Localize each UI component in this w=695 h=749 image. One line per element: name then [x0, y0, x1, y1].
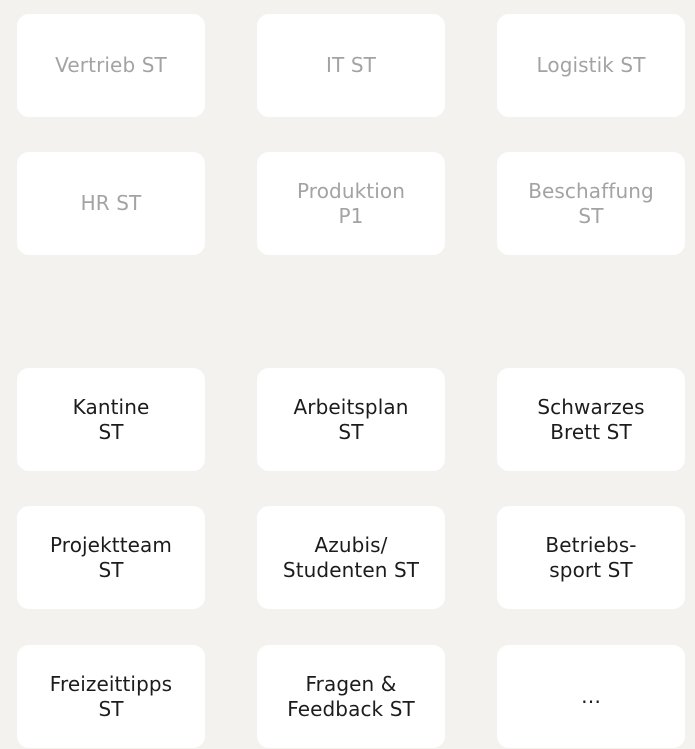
channel-label: Logistik ST	[536, 53, 646, 77]
channel-tile-vertrieb[interactable]: Vertrieb ST	[17, 14, 205, 117]
channel-label: Arbeitsplan ST	[293, 394, 409, 444]
channel-tile-betriebssport[interactable]: Betriebs- sport ST	[497, 506, 685, 609]
channel-tile-arbeitsplan[interactable]: Arbeitsplan ST	[257, 368, 445, 471]
channel-label: Azubis/ Studenten ST	[282, 532, 420, 582]
channel-tile-fragen-feedback[interactable]: Fragen & Feedback ST	[257, 645, 445, 748]
channel-tile-projektteam[interactable]: Projektteam ST	[17, 506, 205, 609]
channel-tile-azubis-studenten[interactable]: Azubis/ Studenten ST	[257, 506, 445, 609]
channel-label: Kantine ST	[72, 394, 150, 444]
channel-tile-hr[interactable]: HR ST	[17, 152, 205, 255]
channel-tile-more[interactable]: …	[497, 645, 685, 748]
channel-label: Beschaffung ST	[528, 178, 654, 228]
channel-label: Schwarzes Brett ST	[537, 394, 645, 444]
channel-tile-produktion[interactable]: Produktion P1	[257, 152, 445, 255]
channel-label: Freizeittipps ST	[49, 671, 173, 721]
channel-tile-kantine[interactable]: Kantine ST	[17, 368, 205, 471]
channel-label: Projektteam ST	[50, 532, 172, 582]
channel-tile-beschaffung[interactable]: Beschaffung ST	[497, 152, 685, 255]
channel-label: Fragen & Feedback ST	[287, 671, 415, 721]
more-label: …	[580, 684, 602, 708]
channel-label: Produktion P1	[297, 178, 405, 228]
channel-label: HR ST	[80, 191, 142, 215]
channel-label: Betriebs- sport ST	[545, 532, 637, 582]
channel-label: Vertrieb ST	[55, 53, 167, 77]
channel-label: IT ST	[326, 53, 376, 77]
channel-tile-logistik[interactable]: Logistik ST	[497, 14, 685, 117]
channel-tile-it[interactable]: IT ST	[257, 14, 445, 117]
channel-tile-schwarzes-brett[interactable]: Schwarzes Brett ST	[497, 368, 685, 471]
channel-tile-freizeittipps[interactable]: Freizeittipps ST	[17, 645, 205, 748]
